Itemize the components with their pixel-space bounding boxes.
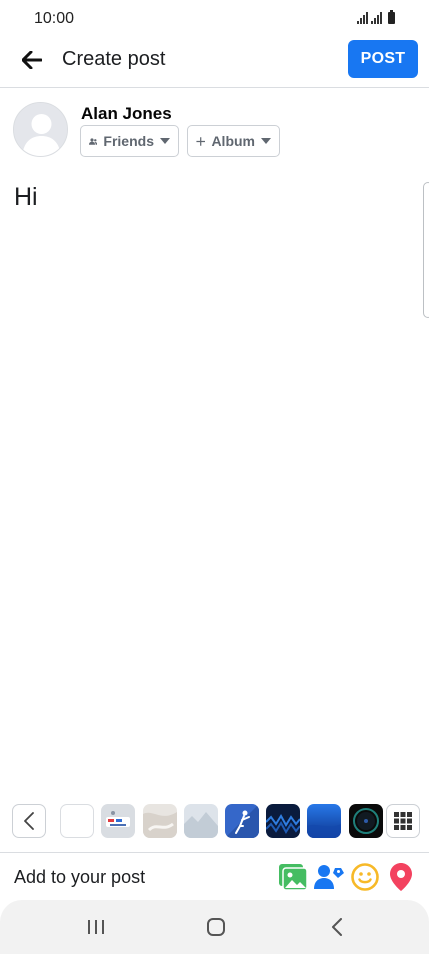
feeling-icon — [351, 863, 379, 891]
background-swatch[interactable] — [307, 804, 341, 838]
signal-icon — [357, 12, 368, 24]
back-button[interactable] — [18, 46, 46, 74]
background-swatch[interactable] — [101, 804, 135, 838]
illustration-swatch-icon — [101, 804, 135, 838]
more-backgrounds-button[interactable] — [386, 804, 420, 838]
home-button[interactable] — [201, 915, 231, 939]
caret-down-icon — [261, 138, 271, 144]
caret-down-icon — [160, 138, 170, 144]
add-to-post-label: Add to your post — [14, 867, 146, 887]
top-bar: Create post POST — [0, 36, 429, 88]
background-swatch[interactable] — [184, 804, 218, 838]
tag-people-icon — [314, 865, 344, 889]
collapse-backgrounds-button[interactable] — [12, 804, 46, 838]
audience-label: Friends — [103, 133, 154, 149]
background-swatch[interactable] — [349, 804, 383, 838]
system-nav-bar — [0, 900, 429, 954]
system-back-button[interactable] — [322, 915, 352, 939]
background-picker — [0, 800, 429, 844]
misty-swatch-icon — [184, 804, 218, 838]
background-swatch[interactable] — [225, 804, 259, 838]
status-bar: 10:00 — [0, 0, 429, 36]
arrow-left-icon — [22, 51, 42, 69]
chevron-left-icon — [24, 812, 34, 830]
blue-figure-swatch-icon — [225, 804, 259, 838]
user-name: Alan Jones — [81, 104, 172, 123]
location-button[interactable] — [386, 862, 416, 892]
add-to-post-bar[interactable]: Add to your post — [0, 852, 429, 900]
signal-icon-2 — [371, 12, 382, 24]
album-label: Album — [211, 133, 255, 149]
blue-gradient-swatch-icon — [307, 804, 341, 838]
status-icons — [357, 10, 395, 24]
recent-apps-icon — [88, 920, 104, 934]
default-avatar-icon — [14, 103, 67, 156]
battery-icon — [388, 10, 395, 24]
audience-selector[interactable]: Friends — [80, 125, 179, 157]
black-ring-swatch-icon — [349, 804, 383, 838]
dark-wave-swatch-icon — [266, 804, 300, 838]
friends-icon — [89, 137, 98, 145]
post-button[interactable]: POST — [348, 40, 418, 78]
status-time: 10:00 — [34, 10, 75, 27]
album-selector[interactable]: Album — [187, 125, 280, 157]
plus-icon — [196, 136, 206, 146]
photo-button[interactable] — [278, 862, 308, 892]
grid-icon — [394, 812, 412, 830]
background-swatch[interactable] — [143, 804, 177, 838]
marble-swatch-icon — [143, 804, 177, 838]
back-chevron-icon — [332, 918, 342, 936]
photo-icon — [279, 864, 307, 890]
side-panel-handle[interactable] — [423, 182, 429, 318]
tag-people-button[interactable] — [314, 862, 344, 892]
home-icon — [207, 918, 225, 936]
page-title: Create post — [62, 48, 166, 70]
background-swatch[interactable] — [60, 804, 94, 838]
background-swatch[interactable] — [266, 804, 300, 838]
post-text-input[interactable]: Hi — [14, 183, 38, 212]
avatar — [13, 102, 68, 157]
recent-apps-button[interactable] — [81, 915, 111, 939]
location-icon — [390, 863, 412, 891]
feeling-button[interactable] — [350, 862, 380, 892]
